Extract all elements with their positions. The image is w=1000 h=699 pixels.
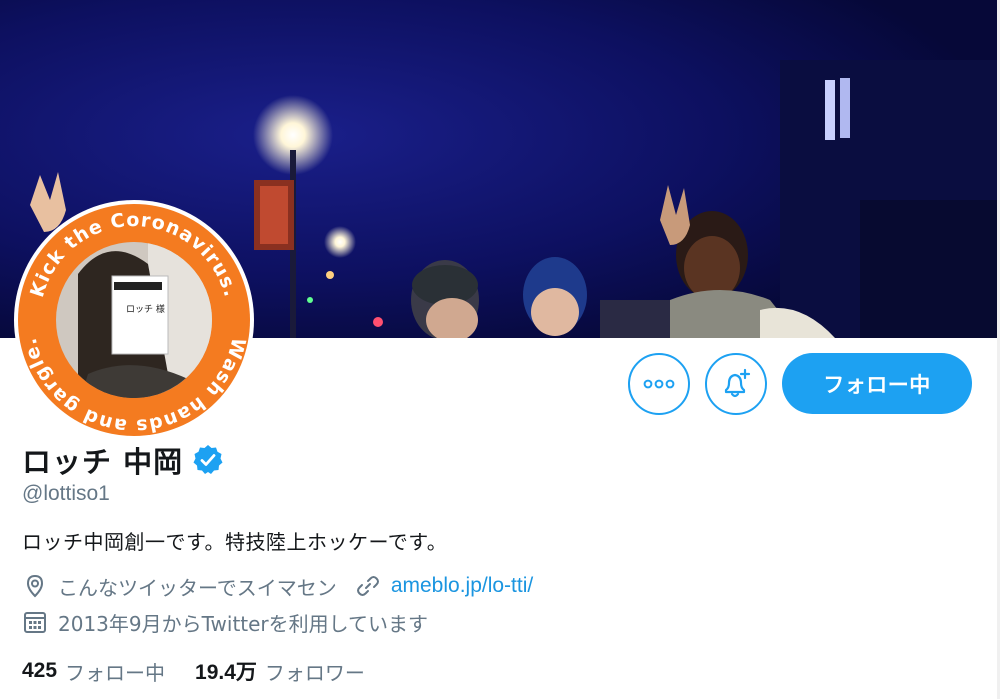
following-count: 425 — [22, 659, 58, 682]
profile-name-row: ロッチ 中岡 — [22, 440, 225, 480]
following-label: フォロー中 — [65, 660, 166, 685]
notifications-button[interactable] — [705, 353, 767, 415]
followers-count-link[interactable]: 19.4万 フォロワー — [195, 656, 365, 686]
profile-meta-location-row: こんなツイッターでスイマセン ameblo.jp/lo-tti/ — [22, 571, 533, 601]
profile-avatar[interactable]: ロッチ 様 Kick the Coronavirus. Wash hands a… — [14, 200, 254, 440]
link-icon — [356, 576, 379, 596]
profile-page: ロッチ 様 Kick the Coronavirus. Wash hands a… — [0, 0, 1000, 699]
following-button-label: フォロー中 — [823, 372, 931, 397]
profile-bio: ロッチ中岡創一です。特技陸上ホッケーです。 — [22, 530, 448, 554]
verified-badge-icon — [193, 445, 223, 474]
profile-joined-date: 2013年9月からTwitterを利用しています — [58, 611, 429, 636]
location-pin-icon — [26, 574, 44, 598]
followers-count: 19.4万 — [195, 661, 257, 684]
profile-stats: 425 フォロー中 19.4万 フォロワー — [22, 656, 365, 686]
following-button[interactable]: フォロー中 — [782, 353, 972, 414]
profile-meta-joined-row: 2013年9月からTwitterを利用しています — [22, 607, 428, 637]
followers-label: フォロワー — [264, 660, 365, 685]
following-count-link[interactable]: 425 フォロー中 — [22, 657, 165, 686]
profile-website-link[interactable]: ameblo.jp/lo-tti/ — [391, 574, 533, 598]
more-icon — [643, 379, 675, 389]
calendar-icon — [24, 612, 46, 633]
notification-bell-plus-icon — [724, 368, 751, 398]
user-handle: @lottiso1 — [22, 482, 110, 505]
avatar-sign-text: ロッチ 様 — [126, 303, 165, 315]
more-options-button[interactable] — [628, 353, 690, 415]
profile-location: こんなツイッターでスイマセン — [58, 575, 337, 600]
display-name: ロッチ 中岡 — [22, 445, 184, 479]
